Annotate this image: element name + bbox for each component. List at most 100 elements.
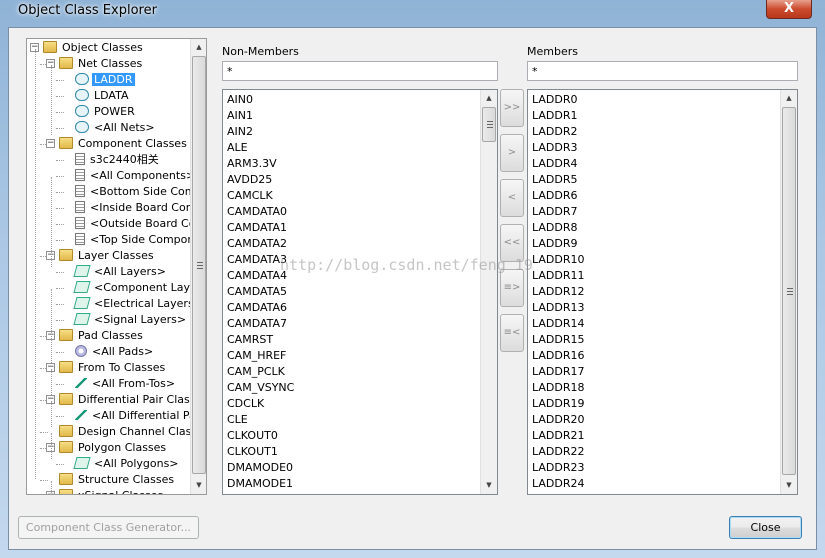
tree-item[interactable]: <Inside Board Com <box>75 200 190 216</box>
tree-item[interactable]: <All Pads> <box>75 344 155 360</box>
scroll-down-icon[interactable]: ▼ <box>781 477 797 493</box>
tree-item[interactable]: Layer Classes <box>59 248 156 264</box>
list-item[interactable]: CAM_HREF <box>223 348 294 364</box>
list-item[interactable]: CAMDATA1 <box>223 220 294 236</box>
tree-item[interactable]: <All From-Tos> <box>75 376 177 392</box>
list-item[interactable]: LADDR6 <box>528 188 585 204</box>
list-item[interactable]: ARM3.3V <box>223 156 294 172</box>
list-item[interactable]: LADDR16 <box>528 348 585 364</box>
list-item[interactable]: DMAMODE0 <box>223 460 294 476</box>
list-item[interactable]: LADDR14 <box>528 316 585 332</box>
non-members-filter-input[interactable]: * <box>222 61 498 81</box>
list-item[interactable]: LADDR20 <box>528 412 585 428</box>
list-item[interactable]: CAMDATA7 <box>223 316 294 332</box>
list-item[interactable]: CAMDATA2 <box>223 236 294 252</box>
list-item[interactable]: CAM_PCLK <box>223 364 294 380</box>
tree-item[interactable]: Differential Pair Classe <box>59 392 190 408</box>
class-tree[interactable]: − Object Classes − Net Classes LADDR LDATA POW… <box>26 38 207 495</box>
tree-item[interactable]: <Component Layer <box>73 280 190 296</box>
tree-item[interactable]: xSignal Classes <box>59 488 165 494</box>
tree-item[interactable]: s3c2440相关 <box>75 152 161 168</box>
list-item[interactable]: LADDR4 <box>528 156 585 172</box>
close-button[interactable]: Close <box>729 516 802 539</box>
members-scrollbar[interactable]: ▲ ▼ <box>780 90 797 494</box>
component-class-generator-button[interactable]: Component Class Generator... <box>18 516 199 539</box>
tree-item[interactable]: From To Classes <box>59 360 167 376</box>
scroll-up-icon[interactable]: ▲ <box>191 39 206 55</box>
list-item[interactable]: CLKOUT0 <box>223 428 294 444</box>
list-item[interactable]: LADDR11 <box>528 268 585 284</box>
scroll-down-icon[interactable]: ▼ <box>481 477 497 493</box>
list-item[interactable]: AVDD25 <box>223 172 294 188</box>
add-filtered-button[interactable]: ≡> <box>500 269 524 307</box>
list-item[interactable]: CAMCLK <box>223 188 294 204</box>
tree-item[interactable]: Net Classes <box>59 56 144 72</box>
list-item[interactable]: LADDR3 <box>528 140 585 156</box>
members-filter-input[interactable]: * <box>527 61 798 81</box>
list-item[interactable]: AIN1 <box>223 108 294 124</box>
members-list[interactable]: LADDR0 LADDR1 LADDR2 LADDR3 LADDR4 LADDR5 LADD… <box>527 89 798 495</box>
scroll-down-icon[interactable]: ▼ <box>191 477 206 493</box>
list-item[interactable]: LADDR22 <box>528 444 585 460</box>
tree-item[interactable]: <Outside Board Co <box>75 216 190 232</box>
tree-item[interactable]: <Signal Layers> <box>73 312 188 328</box>
remove-all-button[interactable]: << <box>500 224 524 262</box>
non-members-scrollbar[interactable]: ▲ ▼ <box>480 90 497 494</box>
list-item[interactable]: LADDR13 <box>528 300 585 316</box>
tree-item[interactable]: <Bottom Side Com <box>75 184 190 200</box>
list-item[interactable]: CAMDATA0 <box>223 204 294 220</box>
tree-item[interactable]: <All Nets> <box>75 120 157 136</box>
list-item[interactable]: LADDR23 <box>528 460 585 476</box>
window-close-button[interactable]: X <box>766 0 812 19</box>
list-item[interactable]: ALE <box>223 140 294 156</box>
list-item[interactable]: LADDR5 <box>528 172 585 188</box>
list-item[interactable]: LADDR0 <box>528 92 585 108</box>
list-item[interactable]: LADDR1 <box>528 108 585 124</box>
tree-item[interactable]: Object Classes <box>43 40 145 56</box>
list-item[interactable]: CLE <box>223 412 294 428</box>
add-selected-button[interactable]: > <box>500 134 524 172</box>
tree-item[interactable]: LDATA <box>75 88 130 104</box>
tree-item[interactable]: Design Channel Class <box>59 424 190 440</box>
members-scroll-thumb[interactable] <box>782 107 796 475</box>
tree-item[interactable]: POWER <box>75 104 137 120</box>
tree-item[interactable]: <All Polygons> <box>73 456 181 472</box>
list-item[interactable]: CAMDATA3 <box>223 252 294 268</box>
list-item[interactable]: LADDR2 <box>528 124 585 140</box>
tree-item[interactable]: Structure Classes <box>59 472 176 488</box>
tree-item[interactable]: <All Layers> <box>73 264 168 280</box>
tree-item[interactable]: <Top Side Compor <box>75 232 190 248</box>
list-item[interactable]: LADDR24 <box>528 476 585 492</box>
list-item[interactable]: LADDR15 <box>528 332 585 348</box>
collapse-toggle-icon[interactable]: − <box>46 139 55 148</box>
list-item[interactable]: DMAMODE1 <box>223 476 294 492</box>
non-members-list[interactable]: AIN0 AIN1 AIN2 ALE ARM3.3V AVDD25 CAMCLK CAMDAT… <box>222 89 498 495</box>
scroll-up-icon[interactable]: ▲ <box>481 90 497 106</box>
tree-scroll-thumb[interactable] <box>192 56 206 474</box>
add-all-button[interactable]: >> <box>500 89 524 127</box>
list-item[interactable]: LADDR12 <box>528 284 585 300</box>
list-item[interactable]: CAMDATA6 <box>223 300 294 316</box>
list-item[interactable]: LADDR10 <box>528 252 585 268</box>
list-item[interactable]: CDCLK <box>223 396 294 412</box>
scroll-up-icon[interactable]: ▲ <box>781 90 797 106</box>
list-item[interactable]: LADDR18 <box>528 380 585 396</box>
list-item[interactable]: LADDR7 <box>528 204 585 220</box>
tree-item[interactable]: <All Differential Pa <box>75 408 190 424</box>
tree-scrollbar[interactable]: ▲ ▼ <box>190 39 206 494</box>
remove-filtered-button[interactable]: ≡< <box>500 314 524 352</box>
tree-item[interactable]: <All Components> <box>75 168 190 184</box>
list-item[interactable]: CAMDATA4 <box>223 268 294 284</box>
tree-item[interactable]: Polygon Classes <box>59 440 168 456</box>
remove-selected-button[interactable]: < <box>500 179 524 217</box>
list-item[interactable]: CAMRST <box>223 332 294 348</box>
tree-item[interactable]: <Electrical Layers> <box>73 296 190 312</box>
list-item[interactable]: AIN2 <box>223 124 294 140</box>
tree-item[interactable]: LADDR <box>75 72 135 88</box>
tree-item[interactable]: Pad Classes <box>59 328 145 344</box>
list-item[interactable]: LADDR17 <box>528 364 585 380</box>
list-item[interactable]: CAM_VSYNC <box>223 380 294 396</box>
list-item[interactable]: LADDR8 <box>528 220 585 236</box>
list-item[interactable]: CAMDATA5 <box>223 284 294 300</box>
list-item[interactable]: AIN0 <box>223 92 294 108</box>
